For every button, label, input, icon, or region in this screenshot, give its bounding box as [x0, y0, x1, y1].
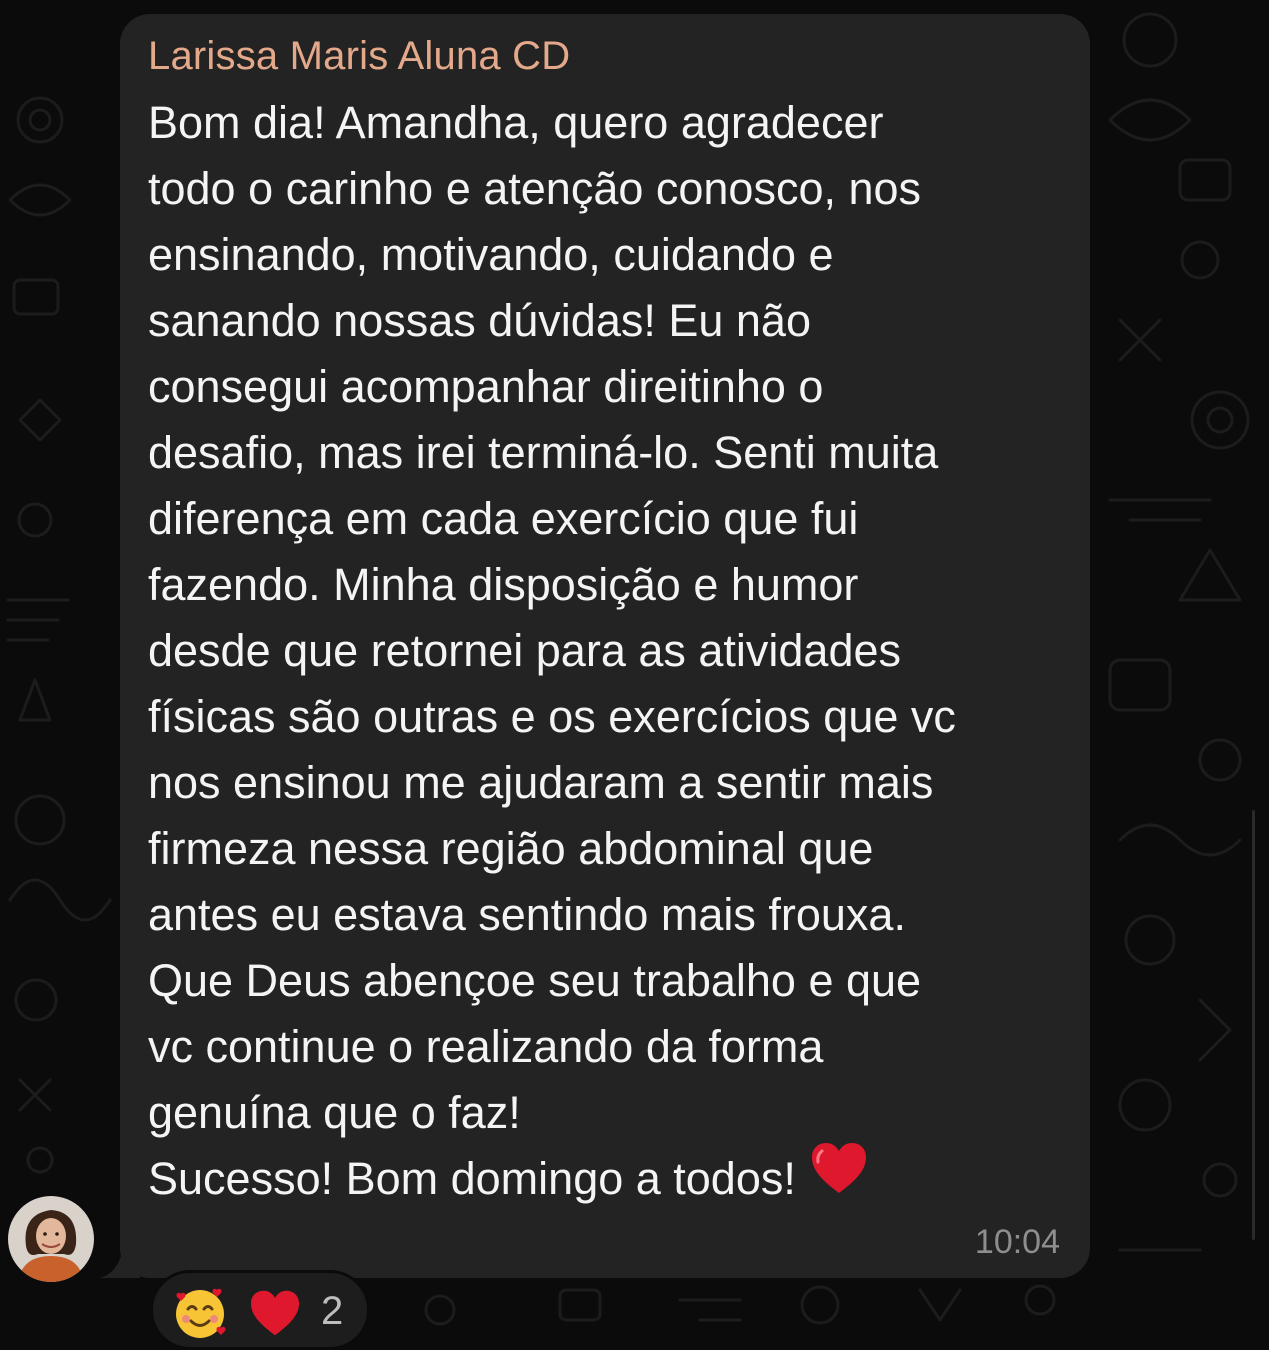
message-line: físicas são outras e os exercícios que v… [148, 691, 956, 742]
message-timestamp: 10:04 [974, 1223, 1060, 1261]
message-line: firmeza nessa região abdominal que [148, 823, 874, 874]
message-line: Bom dia! Amandha, quero agradecer [148, 97, 884, 148]
scrollbar[interactable] [1252, 810, 1255, 1240]
reaction-count: 2 [321, 1289, 344, 1333]
message-line: nos ensinou me ajudaram a sentir mais [148, 757, 934, 808]
message-line: antes eu estava sentindo mais frouxa. [148, 889, 906, 940]
red-heart-icon [810, 1141, 868, 1213]
message-line: fazendo. Minha disposição e humor [148, 559, 859, 610]
message-line: Que Deus abençoe seu trabalho e que [148, 955, 922, 1006]
message-line: todo o carinho e atenção conosco, nos [148, 163, 922, 214]
message-last-line: Sucesso! Bom domingo a todos! [148, 1143, 1078, 1213]
message-bubble[interactable]: Larissa Maris Aluna CD Bom dia! Amandha,… [120, 14, 1090, 1278]
reactions-pill[interactable]: 2 [150, 1270, 370, 1350]
smiling-face-with-hearts-icon[interactable] [173, 1287, 227, 1346]
message-line: consegui acompanhar direitinho o [148, 361, 824, 412]
sender-name[interactable]: Larissa Maris Aluna CD [148, 34, 570, 79]
message-text: Bom dia! Amandha, quero agradecer todo o… [148, 90, 1078, 1213]
message-line: sanando nossas dúvidas! Eu não [148, 295, 811, 346]
message-line: ensinando, motivando, cuidando e [148, 229, 834, 280]
message-line: diferença em cada exercício que fui [148, 493, 859, 544]
message-line: desde que retornei para as atividades [148, 625, 902, 676]
message-line-text: Sucesso! Bom domingo a todos! [148, 1153, 796, 1204]
avatar[interactable] [8, 1196, 94, 1282]
red-heart-icon[interactable] [249, 1289, 301, 1342]
message-line: vc continue o realizando da forma [148, 1021, 824, 1072]
message-line: genuína que o faz! [148, 1087, 521, 1138]
message-line: desafio, mas irei terminá-lo. Senti muit… [148, 427, 939, 478]
